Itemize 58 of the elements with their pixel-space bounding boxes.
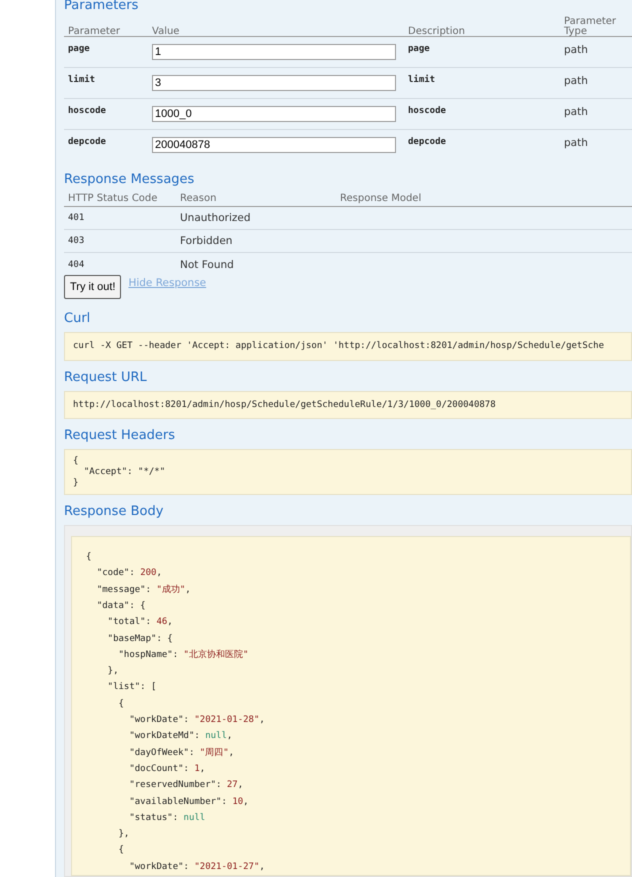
column-header: Value xyxy=(152,27,180,37)
parameter-description: page xyxy=(408,44,431,54)
code-line: "baseMap": { xyxy=(106,632,174,646)
code-line: "workDateMd": null, xyxy=(128,730,234,744)
column-header: Parameter Type xyxy=(564,17,618,37)
column-header: Description xyxy=(408,27,466,37)
code-line: "list": [ xyxy=(106,681,158,694)
parameter-description: limit xyxy=(408,75,436,85)
request-headers: { "Accept": "*/*" } xyxy=(64,449,632,496)
parameter-type: path xyxy=(564,44,589,56)
status-reason: Unauthorized xyxy=(180,212,252,224)
parameter-name: depcode xyxy=(68,137,107,147)
parameter-type: path xyxy=(564,137,589,149)
code-line: }, xyxy=(106,665,120,678)
code-line: }, xyxy=(118,828,130,842)
code-line: "reservedNumber": 27, xyxy=(128,779,244,792)
section-title: Curl xyxy=(64,310,92,328)
code-line: { xyxy=(86,551,92,564)
section-title: Response Body xyxy=(64,503,164,522)
code-line: "status": null xyxy=(128,812,206,825)
parameter-type: path xyxy=(564,106,589,118)
parameter-description: depcode xyxy=(408,137,447,147)
code-line: "message": "成功", xyxy=(96,584,192,597)
parameter-description: hoscode xyxy=(408,106,447,116)
section-title: Request Headers xyxy=(64,427,176,446)
code-line: "docCount": 1, xyxy=(128,762,206,776)
status-code: 403 xyxy=(68,236,86,246)
section-title: Request URL xyxy=(64,368,148,387)
column-header: HTTP Status Code xyxy=(68,194,158,204)
code-line: "availableNumber": 10, xyxy=(128,796,250,809)
code-line: "hospName": "北京协和医院" xyxy=(118,648,250,662)
try-it-out-button[interactable]: Try it out! xyxy=(64,275,122,299)
code-line: { xyxy=(118,698,125,711)
request-url: http://localhost:8201/admin/hosp/Schedule/getScheduleRule/1/3/1000_0/200040878 xyxy=(64,390,632,420)
code-line: "code": 200, xyxy=(96,567,163,580)
code-line: "workDate": "2021-01-28", xyxy=(128,714,266,728)
status-code: 401 xyxy=(68,213,86,223)
code-line: "total": 46, xyxy=(106,616,174,630)
value-field[interactable]: 200040878 xyxy=(152,137,396,153)
value-field[interactable]: 3 xyxy=(152,75,396,91)
value-field[interactable]: 1000_0 xyxy=(152,106,396,122)
value-field[interactable]: 1 xyxy=(152,44,396,60)
column-header: Reason xyxy=(180,194,218,204)
status-reason: Not Found xyxy=(180,258,235,270)
column-header: Parameter xyxy=(68,27,122,37)
code-line: "data": { xyxy=(96,600,147,613)
section-title: Response Messages xyxy=(64,171,196,189)
parameter-name: page xyxy=(68,44,91,54)
status-code: 404 xyxy=(68,260,86,270)
status-reason: Forbidden xyxy=(180,235,234,247)
parameter-type: path xyxy=(564,75,589,87)
column-header: Response Model xyxy=(340,194,422,204)
parameter-name: limit xyxy=(68,75,96,85)
parameter-name: hoscode xyxy=(68,106,107,116)
code-line: { xyxy=(118,844,125,858)
code-line: "dayOfWeek": "周四", xyxy=(128,746,236,760)
code-line: "workDate": "2021-01-27", xyxy=(128,860,266,874)
curl-command: curl -X GET --header 'Accept: application/json' 'http://localhost:8201/admin/hosp/Schedule/getSche xyxy=(64,332,632,361)
